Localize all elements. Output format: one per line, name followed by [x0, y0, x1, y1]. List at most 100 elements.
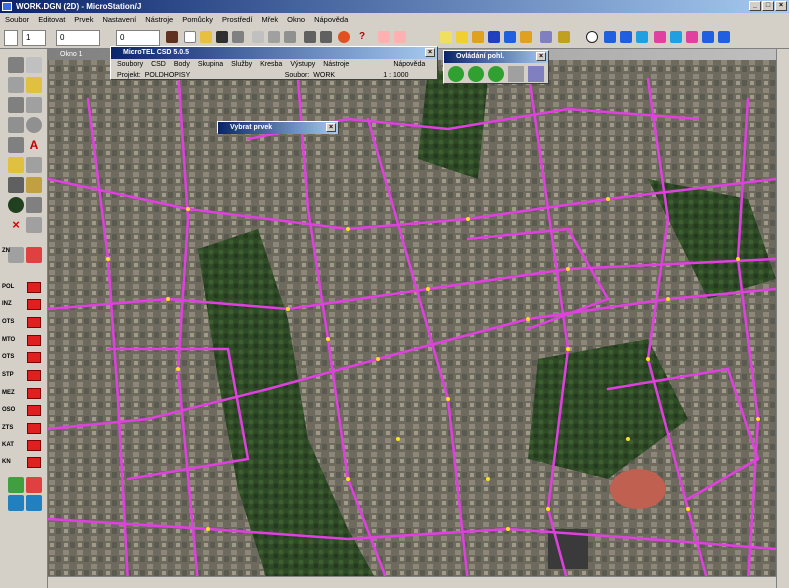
- folder-icon[interactable]: [440, 31, 452, 43]
- update-view-icon[interactable]: [448, 66, 464, 82]
- ots-badge-1[interactable]: [27, 317, 41, 328]
- view-tool-2-icon[interactable]: [620, 31, 632, 43]
- csd-menu-sluzby[interactable]: Služby: [231, 59, 252, 70]
- csd-menu-kresba[interactable]: Kresba: [260, 59, 282, 70]
- blue-tool-1-icon[interactable]: [8, 495, 24, 511]
- csd-menu-napoveda[interactable]: Nápověda: [393, 59, 425, 70]
- raster-icon[interactable]: [472, 31, 484, 43]
- tool-icon[interactable]: [166, 31, 178, 43]
- csd-menu-soubory[interactable]: Soubory: [117, 59, 143, 70]
- menu-okno[interactable]: Okno: [287, 13, 305, 27]
- move-icon[interactable]: [26, 157, 42, 173]
- line-weight-combo[interactable]: 0: [116, 30, 160, 46]
- clock-icon[interactable]: [586, 31, 598, 43]
- select-element-close-button[interactable]: ×: [326, 123, 336, 132]
- oso-badge[interactable]: [27, 405, 41, 416]
- chart-icon[interactable]: [8, 137, 24, 153]
- menu-editovat[interactable]: Editovat: [38, 13, 65, 27]
- vertical-scrollbar[interactable]: [776, 49, 789, 588]
- bulb-icon[interactable]: [8, 157, 24, 173]
- stp-badge[interactable]: [27, 370, 41, 381]
- lamp-icon[interactable]: [26, 77, 42, 93]
- rectangle-icon[interactable]: [26, 97, 42, 113]
- mez-badge[interactable]: [27, 388, 41, 399]
- csd-menu-csd[interactable]: CSD: [151, 59, 166, 70]
- red-tool-icon[interactable]: [26, 477, 42, 493]
- menu-mrek[interactable]: Mřek: [261, 13, 278, 27]
- menu-prvek[interactable]: Prvek: [74, 13, 93, 27]
- view-tool-6-icon[interactable]: [686, 31, 698, 43]
- minimize-button[interactable]: _: [749, 1, 761, 11]
- circle-icon[interactable]: [26, 117, 42, 133]
- undo-icon[interactable]: [304, 31, 316, 43]
- csd-menu-body[interactable]: Body: [174, 59, 190, 70]
- copy-tool-icon[interactable]: [26, 177, 42, 193]
- csd-dialog-title-bar[interactable]: MicroTEL CSD 5.0.5 ×: [111, 47, 437, 59]
- blue-tool-2-icon[interactable]: [26, 495, 42, 511]
- map-view[interactable]: [48, 49, 776, 583]
- select-element-title-bar[interactable]: Vybrat prvek ×: [218, 122, 338, 134]
- select-arrow-icon[interactable]: [8, 57, 24, 73]
- csd-menu-skupina[interactable]: Skupina: [198, 59, 223, 70]
- delete-icon[interactable]: ×: [8, 217, 24, 233]
- maximize-button[interactable]: □: [762, 1, 774, 11]
- line-style-combo[interactable]: 0: [56, 30, 100, 46]
- menu-nastaveni[interactable]: Nastavení: [102, 13, 136, 27]
- view-tool-7-icon[interactable]: [702, 31, 714, 43]
- menu-soubor[interactable]: Soubor: [5, 13, 29, 27]
- paste-icon[interactable]: [284, 31, 296, 43]
- measure-icon[interactable]: [8, 177, 24, 193]
- view-control-title-bar[interactable]: Ovládání pohl. ×: [444, 51, 548, 63]
- view-tool-1-icon[interactable]: [604, 31, 616, 43]
- view-tool-4-icon[interactable]: [654, 31, 666, 43]
- save-icon[interactable]: [216, 31, 228, 43]
- sphere-icon[interactable]: [8, 197, 24, 213]
- cut-icon[interactable]: [252, 31, 264, 43]
- pol-badge[interactable]: [27, 282, 41, 293]
- point-icon[interactable]: [8, 77, 24, 93]
- redo-icon[interactable]: [320, 31, 332, 43]
- print-icon[interactable]: [232, 31, 244, 43]
- modify-icon[interactable]: [26, 197, 42, 213]
- horizontal-scrollbar[interactable]: [48, 576, 776, 588]
- text-icon[interactable]: A: [26, 137, 42, 153]
- globe-icon[interactable]: [488, 31, 500, 43]
- csd-menu-vystupy[interactable]: Výstupy: [290, 59, 315, 70]
- menu-napoveda[interactable]: Nápověda: [314, 13, 348, 27]
- open-folder-icon[interactable]: [200, 31, 212, 43]
- box-icon[interactable]: [8, 97, 24, 113]
- tool-b-icon[interactable]: [26, 247, 42, 263]
- mto-badge[interactable]: [27, 335, 41, 346]
- book-icon[interactable]: [558, 31, 570, 43]
- line-icon[interactable]: [8, 117, 24, 133]
- csd-menu-nastroje[interactable]: Nástroje: [323, 59, 349, 70]
- model-icon[interactable]: [540, 31, 552, 43]
- zoom-out-icon[interactable]: [488, 66, 504, 82]
- window-area-icon[interactable]: [508, 66, 524, 82]
- green-tool-icon[interactable]: [8, 477, 24, 493]
- fit-view-icon[interactable]: [528, 66, 544, 82]
- cell-icon[interactable]: [520, 31, 532, 43]
- kat-badge[interactable]: [27, 440, 41, 451]
- layer-icon[interactable]: [456, 31, 468, 43]
- ots-badge-2[interactable]: [27, 352, 41, 363]
- zoom-in-icon[interactable]: [468, 66, 484, 82]
- csd-dialog-close-button[interactable]: ×: [425, 48, 435, 57]
- scale-icon[interactable]: [26, 217, 42, 233]
- kn-badge[interactable]: [27, 457, 41, 468]
- menu-prostredi[interactable]: Prostředí: [222, 13, 252, 27]
- help-icon[interactable]: ?: [356, 31, 368, 43]
- view-tool-3-icon[interactable]: [636, 31, 648, 43]
- reference-icon[interactable]: [504, 31, 516, 43]
- copy-icon[interactable]: [268, 31, 280, 43]
- new-file-icon[interactable]: [184, 31, 196, 43]
- zts-badge[interactable]: [27, 423, 41, 434]
- level-combo[interactable]: 1: [22, 30, 46, 46]
- menu-nastroje[interactable]: Nástroje: [145, 13, 173, 27]
- view-control-close-button[interactable]: ×: [536, 52, 546, 61]
- color-swatch[interactable]: [4, 30, 18, 46]
- x-icon[interactable]: [394, 31, 406, 43]
- 3d-icon[interactable]: [378, 31, 390, 43]
- close-button[interactable]: ×: [775, 1, 787, 11]
- menu-pomucky[interactable]: Pomůcky: [182, 13, 213, 27]
